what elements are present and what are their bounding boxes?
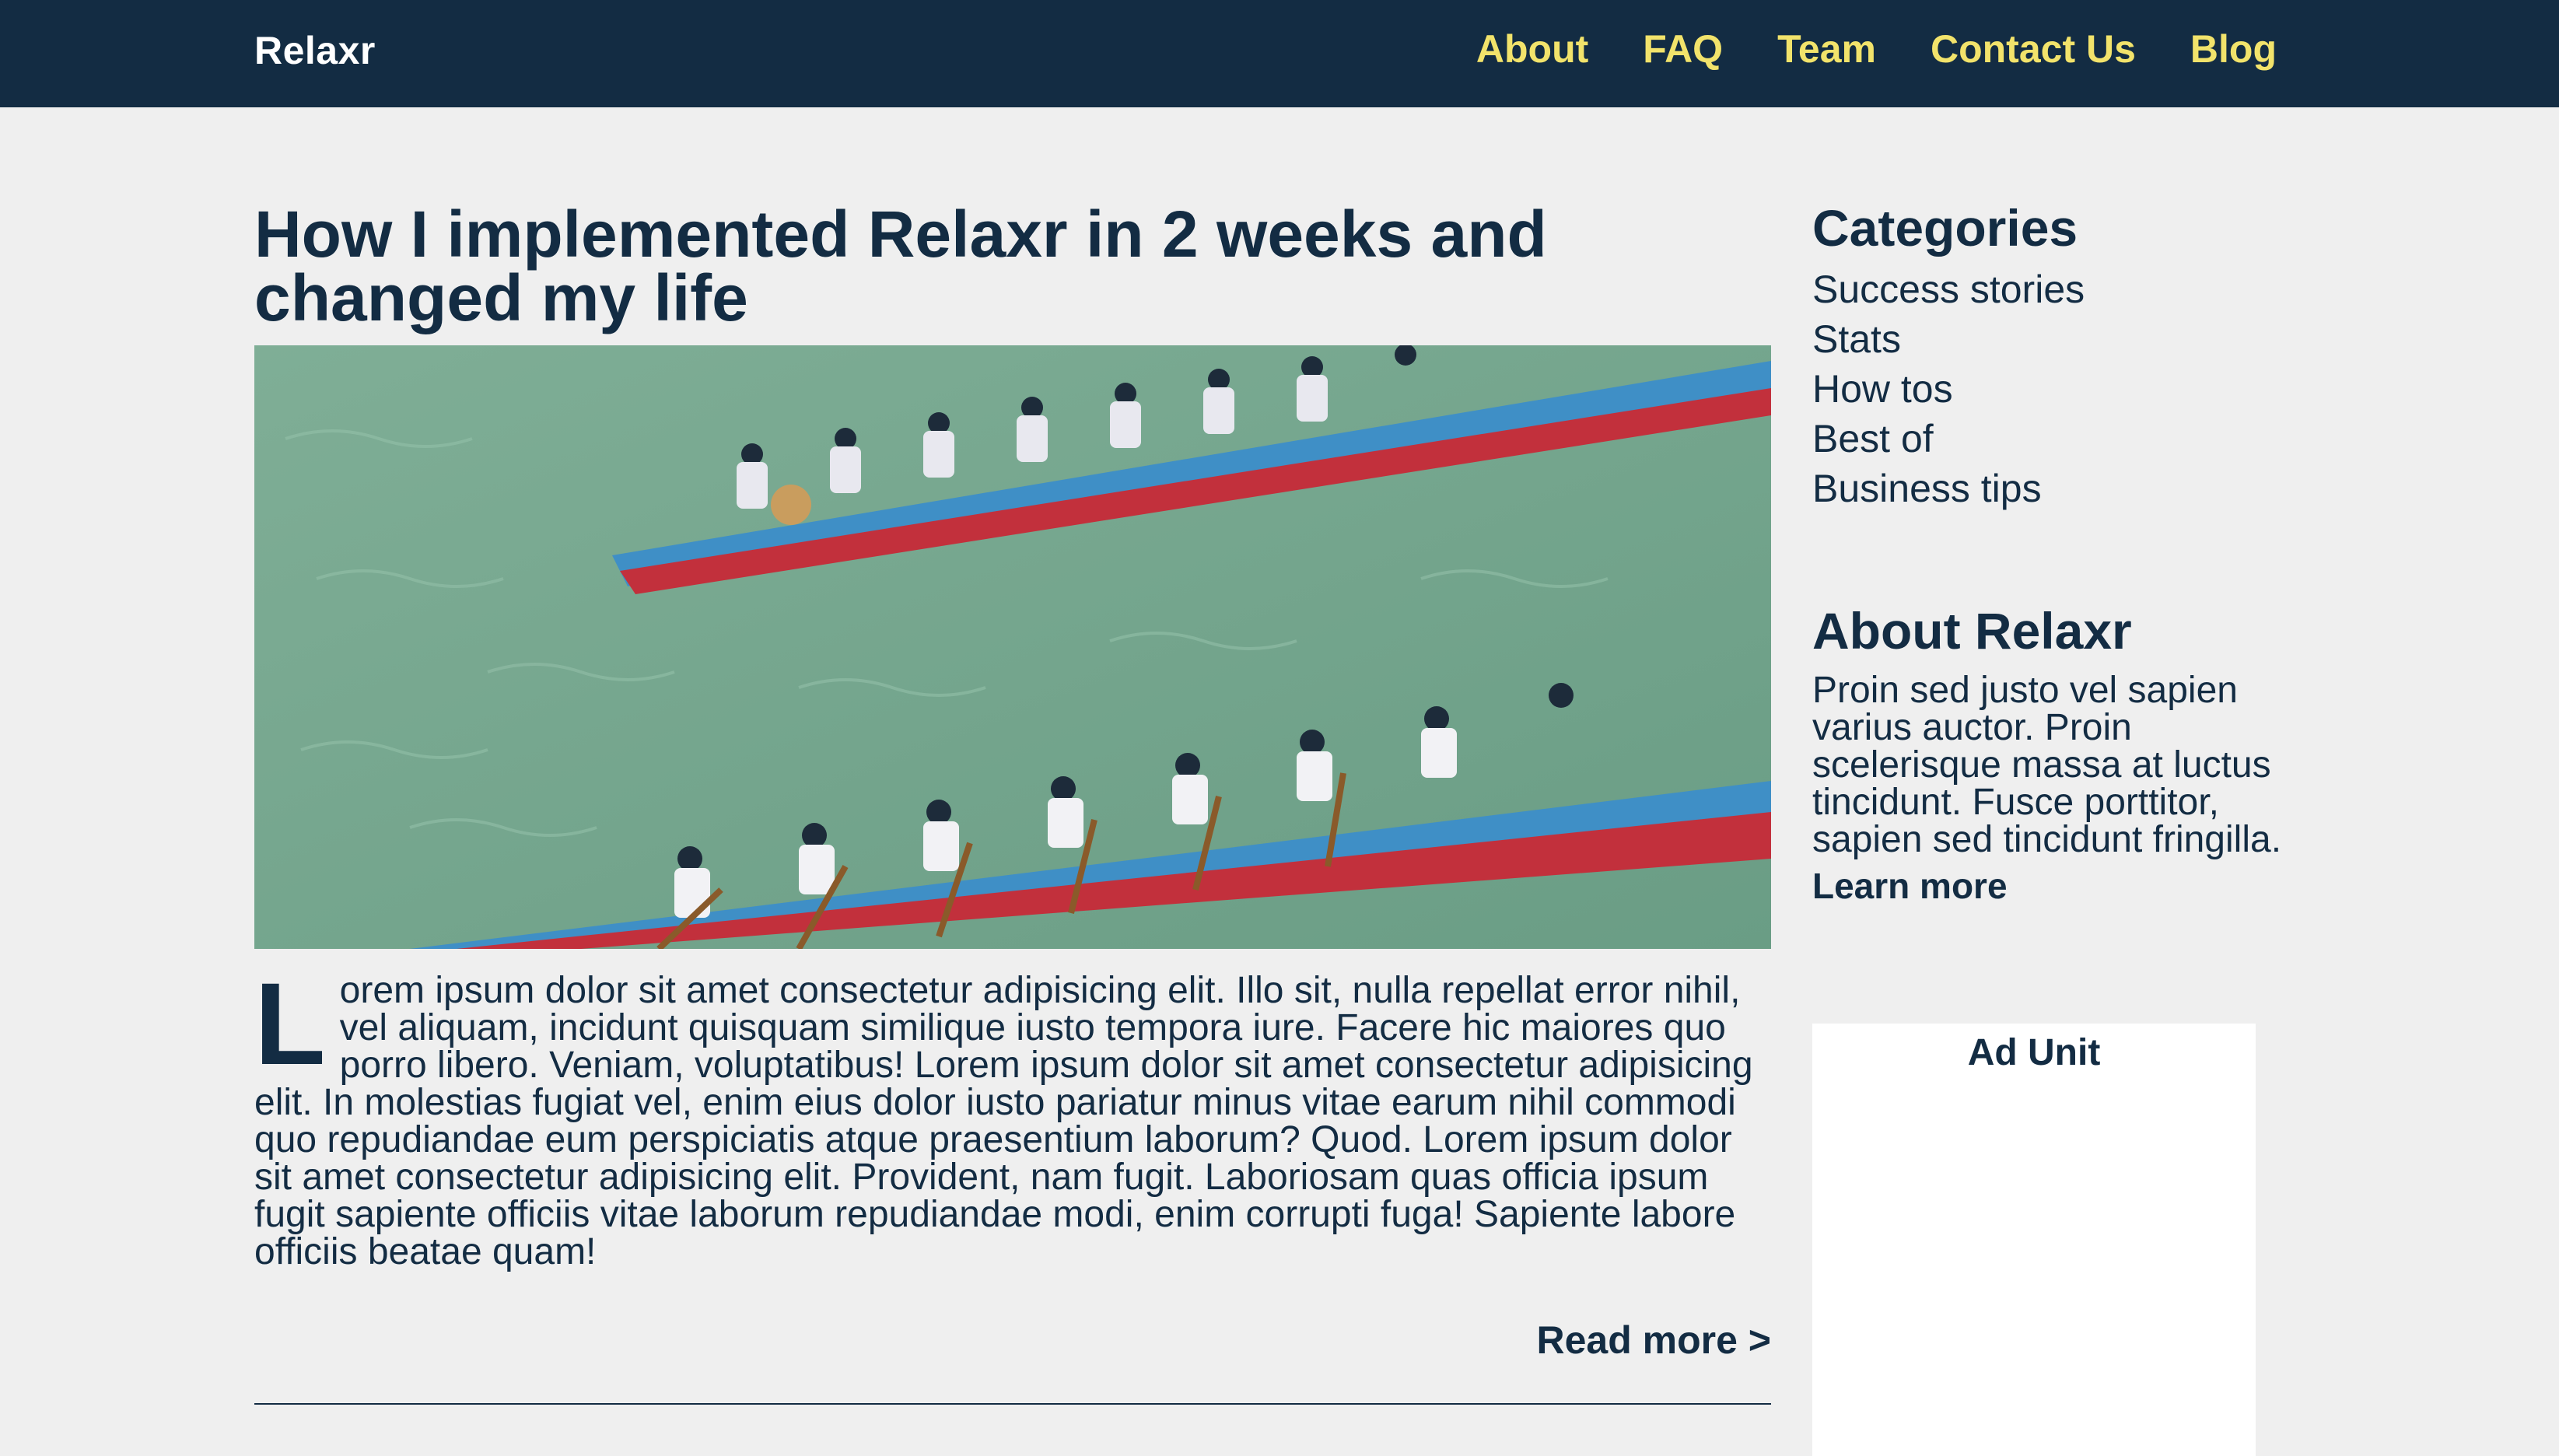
top-navbar: Relaxr About FAQ Team Contact Us Blog [0,0,2559,107]
post-hero-image[interactable] [254,345,1771,949]
nav-link-blog[interactable]: Blog [2190,26,2277,72]
read-more-link[interactable]: Read more > [1536,1318,1771,1362]
categories-list: Success stories Stats How tos Best of Bu… [1812,264,2310,513]
nav-link-team[interactable]: Team [1777,26,1876,72]
post-body: L orem ipsum dolor sit amet consectetur … [254,958,1771,1272]
about-text: Proin sed justo vel sapien varius auctor… [1812,670,2282,860]
main-nav: About FAQ Team Contact Us Blog [1476,26,2277,72]
post-title[interactable]: How I implemented Relaxr in 2 weeks and … [254,201,1771,331]
sidebar: Categories Success stories Stats How tos… [1812,201,2310,907]
category-success-stories[interactable]: Success stories [1812,264,2310,314]
dragon-boat-photo [254,345,1771,949]
category-how-tos[interactable]: How tos [1812,364,2310,414]
category-stats[interactable]: Stats [1812,314,2310,364]
post-body-text: orem ipsum dolor sit amet consectetur ad… [254,970,1753,1272]
categories-heading: Categories [1812,199,2078,257]
post-dropcap: L [254,958,326,1089]
nav-link-about[interactable]: About [1476,26,1588,72]
read-more-row: Read more > [254,1318,1771,1363]
brand-logo[interactable]: Relaxr [254,28,376,73]
ad-unit-label: Ad Unit [1967,1032,2101,1073]
about-block: About Relaxr Proin sed justo vel sapien … [1812,604,2310,907]
post-divider [254,1403,1771,1405]
category-best-of[interactable]: Best of [1812,414,2310,464]
nav-link-faq[interactable]: FAQ [1643,26,1723,72]
nav-link-contact-us[interactable]: Contact Us [1931,26,2136,72]
about-heading: About Relaxr [1812,602,2132,660]
ad-unit[interactable]: Ad Unit [1812,1024,2256,1456]
article-column: How I implemented Relaxr in 2 weeks and … [254,201,1771,1405]
learn-more-link[interactable]: Learn more [1812,865,2008,907]
category-business-tips[interactable]: Business tips [1812,464,2310,513]
